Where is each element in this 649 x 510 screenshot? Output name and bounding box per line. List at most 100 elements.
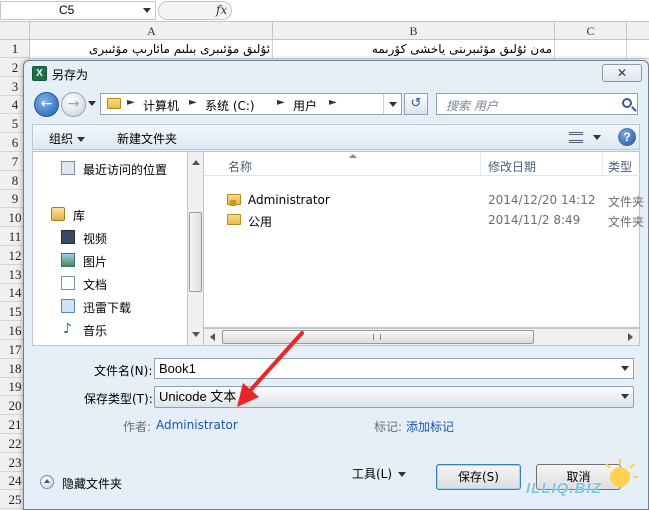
nav-item-library[interactable]: 库 — [33, 204, 173, 224]
dialog-title: 另存为 — [52, 68, 89, 82]
select-all-corner[interactable] — [0, 22, 30, 40]
excel-app-icon: X — [32, 66, 47, 81]
collapse-icon — [40, 475, 54, 489]
help-icon[interactable]: ? — [618, 128, 636, 146]
folder-icon — [227, 214, 241, 225]
breadcrumb-separator-icon[interactable]: ► — [329, 97, 337, 108]
folder-icon — [107, 98, 121, 109]
view-mode-icon[interactable] — [569, 132, 583, 143]
nav-item-recent-places[interactable]: 最近访问的位置 — [33, 158, 173, 178]
nav-item-label: 库 — [73, 209, 86, 223]
file-type: 文件夹 — [608, 215, 645, 229]
column-modified-date[interactable]: 修改日期 — [488, 158, 536, 175]
add-tags-link[interactable]: 添加标记 — [406, 418, 454, 435]
file-name: Administrator — [248, 193, 330, 207]
watermark: ILLIQ.BIZ — [520, 455, 649, 510]
file-list: 名称 修改日期 类型 Administrator 2014/12/20 14:1… — [204, 151, 644, 328]
scroll-up-icon[interactable] — [192, 160, 200, 165]
file-list-header: 名称 修改日期 类型 — [204, 152, 640, 176]
chevron-down-icon — [77, 137, 86, 142]
save-type-label: 保存类型(T): — [84, 392, 153, 406]
filename-field[interactable]: Book1 — [154, 358, 634, 379]
breadcrumb-separator-icon[interactable]: ► — [189, 97, 197, 108]
chevron-down-icon — [398, 472, 407, 477]
file-row[interactable]: Administrator 2014/12/20 14:12 文件夹 — [204, 190, 644, 210]
tools-menu[interactable]: 工具(L) — [352, 465, 407, 482]
row-header[interactable]: 1 — [0, 40, 30, 58]
cell-a1[interactable]: ئۇلىق مۆئىبرى بىلىم مائارىپ مۆئىبرى — [31, 40, 273, 59]
scroll-down-icon[interactable] — [192, 332, 200, 337]
column-divider[interactable] — [602, 152, 603, 176]
column-header-a[interactable]: A — [31, 22, 273, 40]
library-icon — [51, 207, 65, 221]
column-name[interactable]: 名称 — [228, 158, 252, 175]
nav-item-label: 迅雷下载 — [83, 301, 132, 315]
dialog-titlebar[interactable]: X 另存为 ✕ — [24, 61, 648, 87]
breadcrumb-computer[interactable]: 计算机 — [143, 97, 179, 114]
save-as-dialog: X 另存为 ✕ ← → ► 计算机 ► 系统 (C:) ► 用户 ► ↺ 搜索 … — [23, 60, 649, 510]
column-type[interactable]: 类型 — [608, 158, 632, 175]
download-icon — [61, 299, 75, 313]
formula-bar: C5 fx — [0, 0, 649, 22]
scroll-left-icon[interactable] — [210, 333, 215, 341]
breadcrumb-users[interactable]: 用户 — [293, 97, 317, 114]
nav-item-videos[interactable]: 视频 — [33, 227, 173, 247]
scrollbar-thumb[interactable] — [222, 330, 534, 344]
chevron-down-icon[interactable] — [621, 366, 629, 371]
chevron-down-icon — [621, 394, 629, 399]
chevron-down-icon[interactable] — [143, 8, 151, 13]
save-type-value: Unicode 文本 — [159, 389, 237, 404]
search-input[interactable]: 搜索 用户 — [436, 93, 638, 115]
nav-item-music[interactable]: ♪ 音乐 — [33, 319, 173, 339]
breadcrumb-separator-icon[interactable]: ► — [127, 97, 135, 108]
save-button[interactable]: 保存(S) — [436, 464, 521, 490]
nav-item-pictures[interactable]: 图片 — [33, 250, 173, 270]
cell-b1[interactable]: مەن ئۇلىق مۆئىبرىنى ياخشى كۆرىمە — [273, 40, 555, 59]
column-headers: A B C — [0, 22, 649, 40]
cell-c1[interactable] — [555, 40, 627, 59]
scroll-right-icon[interactable] — [628, 333, 633, 341]
watermark-text: ILLIQ.BIZ — [526, 480, 602, 497]
recent-places-icon — [61, 161, 75, 175]
nav-item-label: 文档 — [83, 278, 108, 292]
save-type-select[interactable]: Unicode 文本 — [154, 386, 634, 408]
file-list-scrollbar[interactable] — [204, 328, 640, 346]
search-placeholder: 搜索 用户 — [446, 99, 498, 113]
search-icon[interactable] — [622, 98, 632, 108]
folder-icon — [227, 194, 241, 206]
filename-value: Book1 — [159, 361, 196, 376]
recent-locations-chevron-icon[interactable] — [88, 101, 96, 106]
nav-item-documents[interactable]: 文档 — [33, 273, 173, 293]
column-divider[interactable] — [480, 152, 481, 176]
nav-item-thunder-downloads[interactable]: 迅雷下载 — [33, 296, 173, 316]
address-history-chevron-icon[interactable] — [383, 94, 401, 114]
file-date: 2014/11/2 8:49 — [488, 213, 581, 227]
column-header-b[interactable]: B — [273, 22, 555, 40]
file-name: 公用 — [248, 215, 273, 229]
nav-item-label: 最近访问的位置 — [83, 163, 168, 177]
address-bar[interactable]: ► 计算机 ► 系统 (C:) ► 用户 ► — [100, 93, 402, 115]
author-value[interactable]: Administrator — [156, 418, 238, 432]
scrollbar-thumb[interactable] — [189, 212, 202, 292]
tools-label: 工具(L) — [352, 467, 393, 481]
refresh-icon[interactable]: ↺ — [404, 93, 428, 115]
navigation-pane: 最近访问的位置 库 视频 图片 文档 迅雷下载 ♪ 音乐 — [32, 151, 187, 346]
grip-icon — [373, 334, 381, 340]
name-box[interactable]: C5 — [0, 1, 156, 20]
breadcrumb-system-drive[interactable]: 系统 (C:) — [205, 97, 255, 114]
file-row[interactable]: 公用 2014/11/2 8:49 文件夹 — [204, 210, 644, 230]
chevron-down-icon[interactable] — [593, 135, 601, 140]
close-button[interactable]: ✕ — [602, 64, 642, 82]
forward-arrow-icon[interactable]: → — [61, 92, 86, 117]
navigation-scrollbar[interactable] — [187, 151, 204, 346]
tags-label: 标记: — [374, 420, 403, 434]
back-arrow-icon[interactable]: ← — [34, 92, 59, 117]
hide-folders-label: 隐藏文件夹 — [62, 477, 123, 491]
column-header-c[interactable]: C — [555, 22, 627, 40]
documents-icon — [61, 276, 75, 290]
function-icon[interactable]: fx — [216, 3, 227, 17]
new-folder-button[interactable]: 新建文件夹 — [117, 130, 177, 147]
breadcrumb-separator-icon[interactable]: ► — [277, 97, 285, 108]
pictures-icon — [61, 253, 75, 267]
organize-menu[interactable]: 组织 — [49, 130, 86, 147]
